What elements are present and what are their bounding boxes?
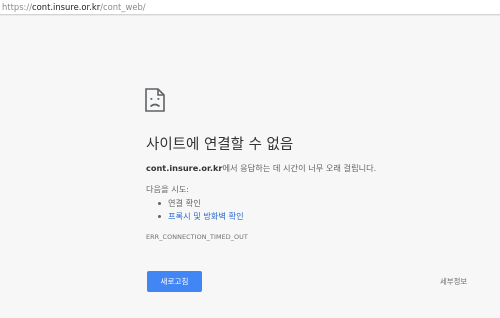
error-description-text: 에서 응답하는 데 시간이 너무 오래 걸립니다. xyxy=(222,163,377,173)
reload-button[interactable]: 새로고침 xyxy=(147,271,202,292)
suggestion-label: 연결 확인 xyxy=(168,198,201,208)
sad-page-icon xyxy=(145,88,165,112)
bullet-icon xyxy=(158,215,161,218)
suggestion-check-connection: 연결 확인 xyxy=(158,197,244,210)
suggestions-heading: 다음을 시도: xyxy=(146,184,190,194)
divider xyxy=(0,15,500,16)
suggestion-label[interactable]: 프록시 및 방화벽 확인 xyxy=(168,211,244,221)
details-button[interactable]: 세부정보 xyxy=(440,276,467,287)
suggestions-list: 연결 확인 프록시 및 방화벽 확인 xyxy=(158,197,244,223)
bullet-icon xyxy=(158,202,161,205)
url-text[interactable]: https://cont.insure.or.kr/cont_web/ xyxy=(2,2,146,12)
url-path: /cont_web/ xyxy=(100,2,146,12)
url-scheme: https:// xyxy=(2,2,33,12)
suggestion-check-proxy-firewall-link[interactable]: 프록시 및 방화벽 확인 xyxy=(158,210,244,223)
address-bar[interactable]: https://cont.insure.or.kr/cont_web/ xyxy=(0,0,500,15)
error-code: ERR_CONNECTION_TIMED_OUT xyxy=(146,233,248,241)
error-host: cont.insure.or.kr xyxy=(146,163,223,173)
page-title: 사이트에 연결할 수 없음 xyxy=(146,137,294,153)
error-description: cont.insure.or.kr에서 응답하는 데 시간이 너무 오래 걸립니… xyxy=(146,163,376,174)
url-host: cont.insure.or.kr xyxy=(32,2,101,12)
